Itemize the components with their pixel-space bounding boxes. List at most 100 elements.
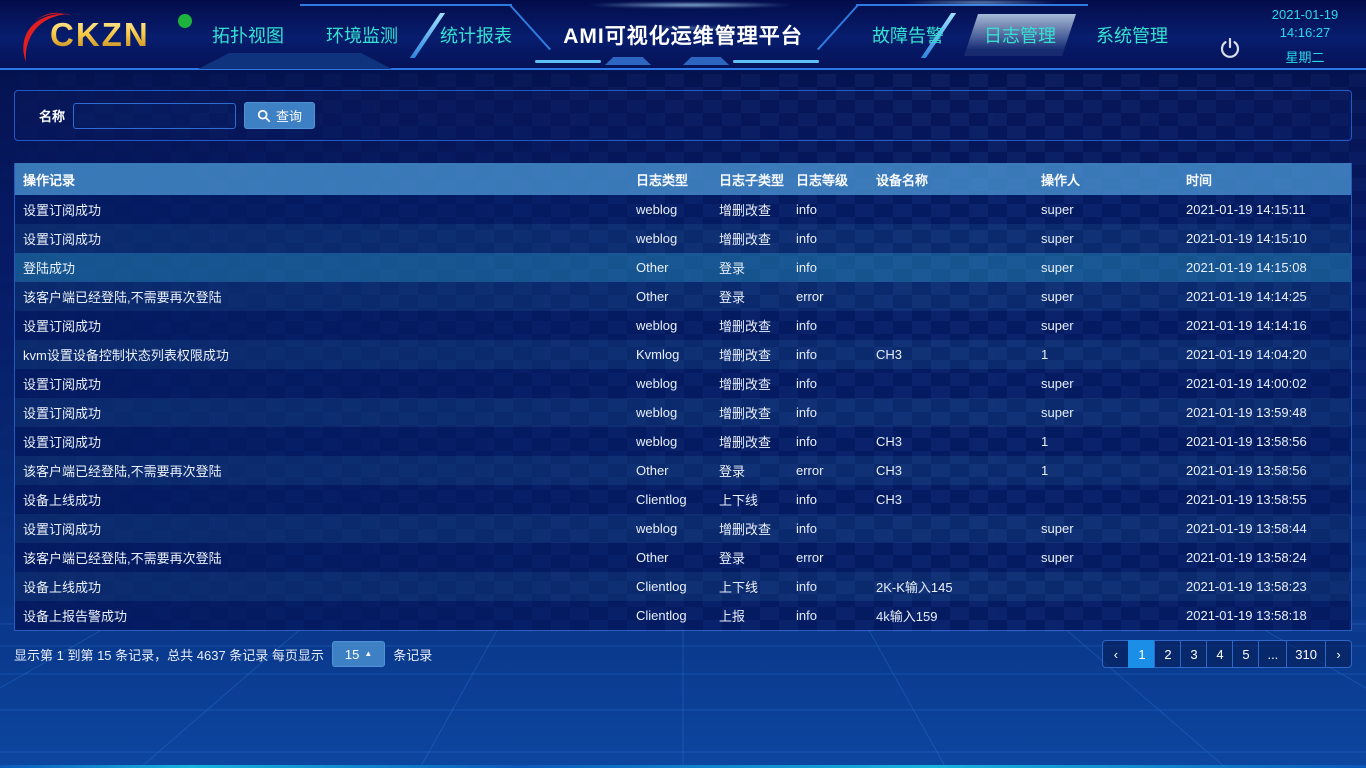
nav-item-logs[interactable]: 日志管理 (964, 14, 1076, 56)
table-row[interactable]: 登陆成功Other登录infosuper2021-01-19 14:15:08 (15, 253, 1351, 282)
cell-log-subtype: 增删改查 (711, 403, 788, 422)
header-bar: CKZN 拓扑视图环境监测统计报表 AMI可视化运维管理平台 故障告警日志管理系… (0, 0, 1366, 70)
cell-log-level: info (788, 405, 868, 420)
cell-record: 设备上线成功 (15, 577, 628, 596)
cell-device-name: 4k输入159 (868, 606, 1033, 625)
cell-record: 设置订阅成功 (15, 374, 628, 393)
cell-record: kvm设置设备控制状态列表权限成功 (15, 345, 628, 364)
cell-log-subtype: 增删改查 (711, 200, 788, 219)
cell-log-level: info (788, 231, 868, 246)
page-310[interactable]: 310 (1286, 640, 1326, 668)
cell-operator: super (1033, 550, 1178, 565)
page-size-dropdown[interactable]: 15 ▲ (332, 641, 385, 667)
cell-log-subtype: 增删改查 (711, 519, 788, 538)
table-row[interactable]: 设置订阅成功weblog增删改查infosuper2021-01-19 13:5… (15, 398, 1351, 427)
search-panel: 名称 查询 (14, 90, 1352, 141)
cell-time: 2021-01-19 13:59:48 (1178, 405, 1351, 420)
table-row[interactable]: 设备上线成功Clientlog上下线infoCH32021-01-19 13:5… (15, 485, 1351, 514)
table-row[interactable]: 设置订阅成功weblog增删改查infosuper2021-01-19 14:1… (15, 195, 1351, 224)
cell-operator: super (1033, 318, 1178, 333)
table-row[interactable]: kvm设置设备控制状态列表权限成功Kvmlog增删改查infoCH312021-… (15, 340, 1351, 369)
pagination-summary: 显示第 1 到第 15 条记录，总共 4637 条记录 每页显示 15 ▲ 条记… (14, 640, 432, 668)
cell-time: 2021-01-19 14:00:02 (1178, 376, 1351, 391)
logo-text: CKZN (50, 16, 150, 54)
page-4[interactable]: 4 (1206, 640, 1233, 668)
cell-record: 该客户端已经登陆,不需要再次登陆 (15, 461, 628, 480)
page-1[interactable]: 1 (1128, 640, 1155, 668)
table-row[interactable]: 设备上线成功Clientlog上下线info2K-K输入1452021-01-1… (15, 572, 1351, 601)
title-underline-decor (733, 60, 819, 63)
nav-item-alarms[interactable]: 故障告警 (872, 22, 944, 48)
table-row[interactable]: 设置订阅成功weblog增删改查infosuper2021-01-19 13:5… (15, 514, 1351, 543)
cell-log-subtype: 增删改查 (711, 345, 788, 364)
title-underline-decor (683, 57, 729, 65)
prev-page[interactable]: ‹ (1102, 640, 1129, 668)
cell-operator: super (1033, 521, 1178, 536)
cell-log-type: weblog (628, 318, 711, 333)
app-window: CKZN 拓扑视图环境监测统计报表 AMI可视化运维管理平台 故障告警日志管理系… (0, 0, 1366, 768)
next-page[interactable]: › (1325, 640, 1352, 668)
cell-record: 设置订阅成功 (15, 316, 628, 335)
nav-item-environment[interactable]: 环境监测 (326, 22, 398, 48)
search-icon (257, 109, 271, 123)
search-button[interactable]: 查询 (244, 102, 315, 129)
nav-item-reports[interactable]: 统计报表 (440, 22, 512, 48)
page-5[interactable]: 5 (1232, 640, 1259, 668)
table-row[interactable]: 该客户端已经登陆,不需要再次登陆Other登录errorCH312021-01-… (15, 456, 1351, 485)
cell-log-level: info (788, 579, 868, 594)
cell-log-type: Clientlog (628, 579, 711, 594)
table-row[interactable]: 该客户端已经登陆,不需要再次登陆Other登录errorsuper2021-01… (15, 282, 1351, 311)
page-ellipsis[interactable]: ... (1258, 640, 1287, 668)
cell-record: 设置订阅成功 (15, 519, 628, 538)
page-2[interactable]: 2 (1154, 640, 1181, 668)
cell-log-level: info (788, 492, 868, 507)
cell-log-type: weblog (628, 434, 711, 449)
cell-time: 2021-01-19 13:58:56 (1178, 463, 1351, 478)
title-underline-decor (535, 60, 601, 63)
table-body: 设置订阅成功weblog增删改查infosuper2021-01-19 14:1… (15, 195, 1351, 630)
page-3[interactable]: 3 (1180, 640, 1207, 668)
cell-log-level: info (788, 376, 868, 391)
date-text: 2021-01-19 (1252, 6, 1358, 24)
cell-log-type: Other (628, 260, 711, 275)
cell-time: 2021-01-19 14:15:10 (1178, 231, 1351, 246)
cell-time: 2021-01-19 14:15:08 (1178, 260, 1351, 275)
search-label: 名称 (39, 106, 65, 125)
table-row[interactable]: 设置订阅成功weblog增删改查infosuper2021-01-19 14:1… (15, 311, 1351, 340)
cell-operator: super (1033, 202, 1178, 217)
cell-time: 2021-01-19 13:58:23 (1178, 579, 1351, 594)
cell-log-subtype: 上报 (711, 606, 788, 625)
cell-log-level: error (788, 289, 868, 304)
weekday-text: 星期二 (1252, 49, 1358, 67)
cell-log-subtype: 登录 (711, 287, 788, 306)
cell-operator: super (1033, 376, 1178, 391)
datetime-display: 2021-01-19 14:16:27 星期二 (1252, 6, 1358, 67)
table-row[interactable]: 设置订阅成功weblog增删改查infosuper2021-01-19 14:0… (15, 369, 1351, 398)
caret-up-icon: ▲ (364, 650, 372, 658)
cell-time: 2021-01-19 13:58:55 (1178, 492, 1351, 507)
column-header-device-name: 设备名称 (868, 170, 1033, 189)
table-row[interactable]: 设备上报告警成功Clientlog上报info4k输入1592021-01-19… (15, 601, 1351, 630)
table-row[interactable]: 该客户端已经登陆,不需要再次登陆Other登录errorsuper2021-01… (15, 543, 1351, 572)
nav-item-topology[interactable]: 拓扑视图 (212, 22, 284, 48)
cell-record: 设备上线成功 (15, 490, 628, 509)
cell-log-type: weblog (628, 202, 711, 217)
cell-time: 2021-01-19 14:15:11 (1178, 202, 1351, 217)
log-table: 操作记录日志类型日志子类型日志等级设备名称操作人时间 设置订阅成功weblog增… (14, 163, 1352, 631)
summary-suffix: 条记录 (393, 645, 432, 664)
cell-record: 设置订阅成功 (15, 432, 628, 451)
cell-log-type: Clientlog (628, 492, 711, 507)
cell-log-type: weblog (628, 521, 711, 536)
table-row[interactable]: 设置订阅成功weblog增删改查infoCH312021-01-19 13:58… (15, 427, 1351, 456)
cell-time: 2021-01-19 14:04:20 (1178, 347, 1351, 362)
cell-log-type: weblog (628, 376, 711, 391)
nav-item-system[interactable]: 系统管理 (1096, 22, 1168, 48)
cell-log-subtype: 登录 (711, 461, 788, 480)
cell-log-type: Kvmlog (628, 347, 711, 362)
power-button[interactable] (1218, 36, 1242, 60)
search-input[interactable] (73, 103, 236, 129)
table-row[interactable]: 设置订阅成功weblog增删改查infosuper2021-01-19 14:1… (15, 224, 1351, 253)
cell-record: 设置订阅成功 (15, 229, 628, 248)
cell-record: 登陆成功 (15, 258, 628, 277)
cell-log-type: Other (628, 463, 711, 478)
